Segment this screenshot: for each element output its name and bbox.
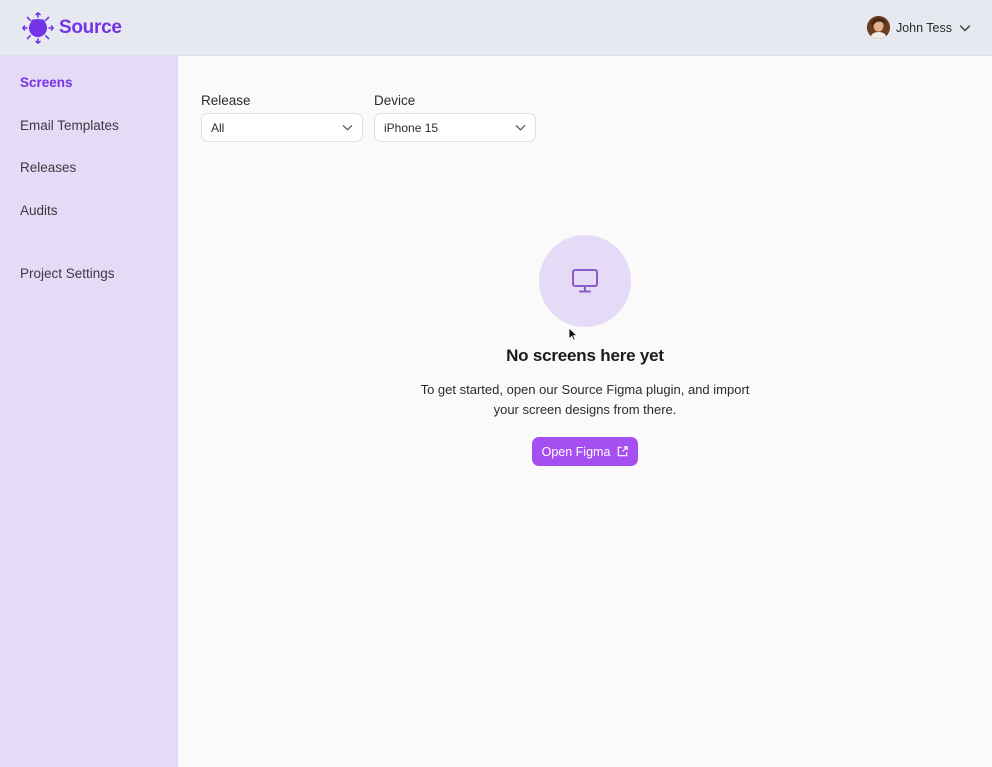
user-name: John Tess — [895, 20, 952, 35]
sidebar-item-releases[interactable]: Releases — [0, 158, 178, 178]
release-select-value: All — [211, 120, 225, 135]
chevron-down-icon — [959, 24, 971, 31]
device-filter: Device iPhone 15 — [374, 92, 536, 142]
user-menu[interactable]: John Tess — [866, 16, 972, 39]
release-label: Release — [201, 93, 251, 108]
sidebar: Screens Email Templates Releases Audits … — [0, 56, 178, 767]
sidebar-item-screens[interactable]: Screens — [0, 73, 178, 93]
sidebar-item-audits[interactable]: Audits — [0, 201, 178, 221]
device-label: Device — [374, 93, 416, 108]
main-content: Release All Device iPhone 15 No screens … — [178, 56, 992, 767]
monitor-icon — [572, 269, 598, 293]
source-logo-icon — [22, 11, 54, 44]
empty-state-illustration — [539, 235, 631, 327]
empty-state: No screens here yet To get started, open… — [178, 235, 992, 466]
top-bar: Source John Tess — [0, 0, 992, 56]
brand[interactable]: Source — [21, 11, 122, 45]
external-link-icon — [618, 446, 629, 457]
mouse-cursor-icon — [568, 327, 578, 341]
device-select-value: iPhone 15 — [384, 120, 439, 135]
empty-state-title: No screens here yet — [506, 346, 664, 365]
app-window: Source John Tess Screens Email Templates… — [0, 0, 992, 767]
sidebar-divider — [0, 243, 178, 264]
sidebar-item-project-settings[interactable]: Project Settings — [0, 264, 178, 284]
chevron-down-icon — [515, 125, 526, 131]
open-figma-button[interactable]: Open Figma — [531, 437, 639, 466]
sidebar-item-email-templates[interactable]: Email Templates — [0, 116, 178, 136]
chevron-down-icon — [342, 125, 353, 131]
open-figma-label: Open Figma — [541, 444, 611, 459]
empty-state-description: To get started, open our Source Figma pl… — [420, 382, 750, 417]
avatar — [866, 16, 890, 39]
release-select[interactable]: All — [201, 113, 363, 142]
device-select[interactable]: iPhone 15 — [374, 113, 536, 142]
brand-name: Source — [59, 16, 122, 38]
release-filter: Release All — [201, 92, 363, 142]
